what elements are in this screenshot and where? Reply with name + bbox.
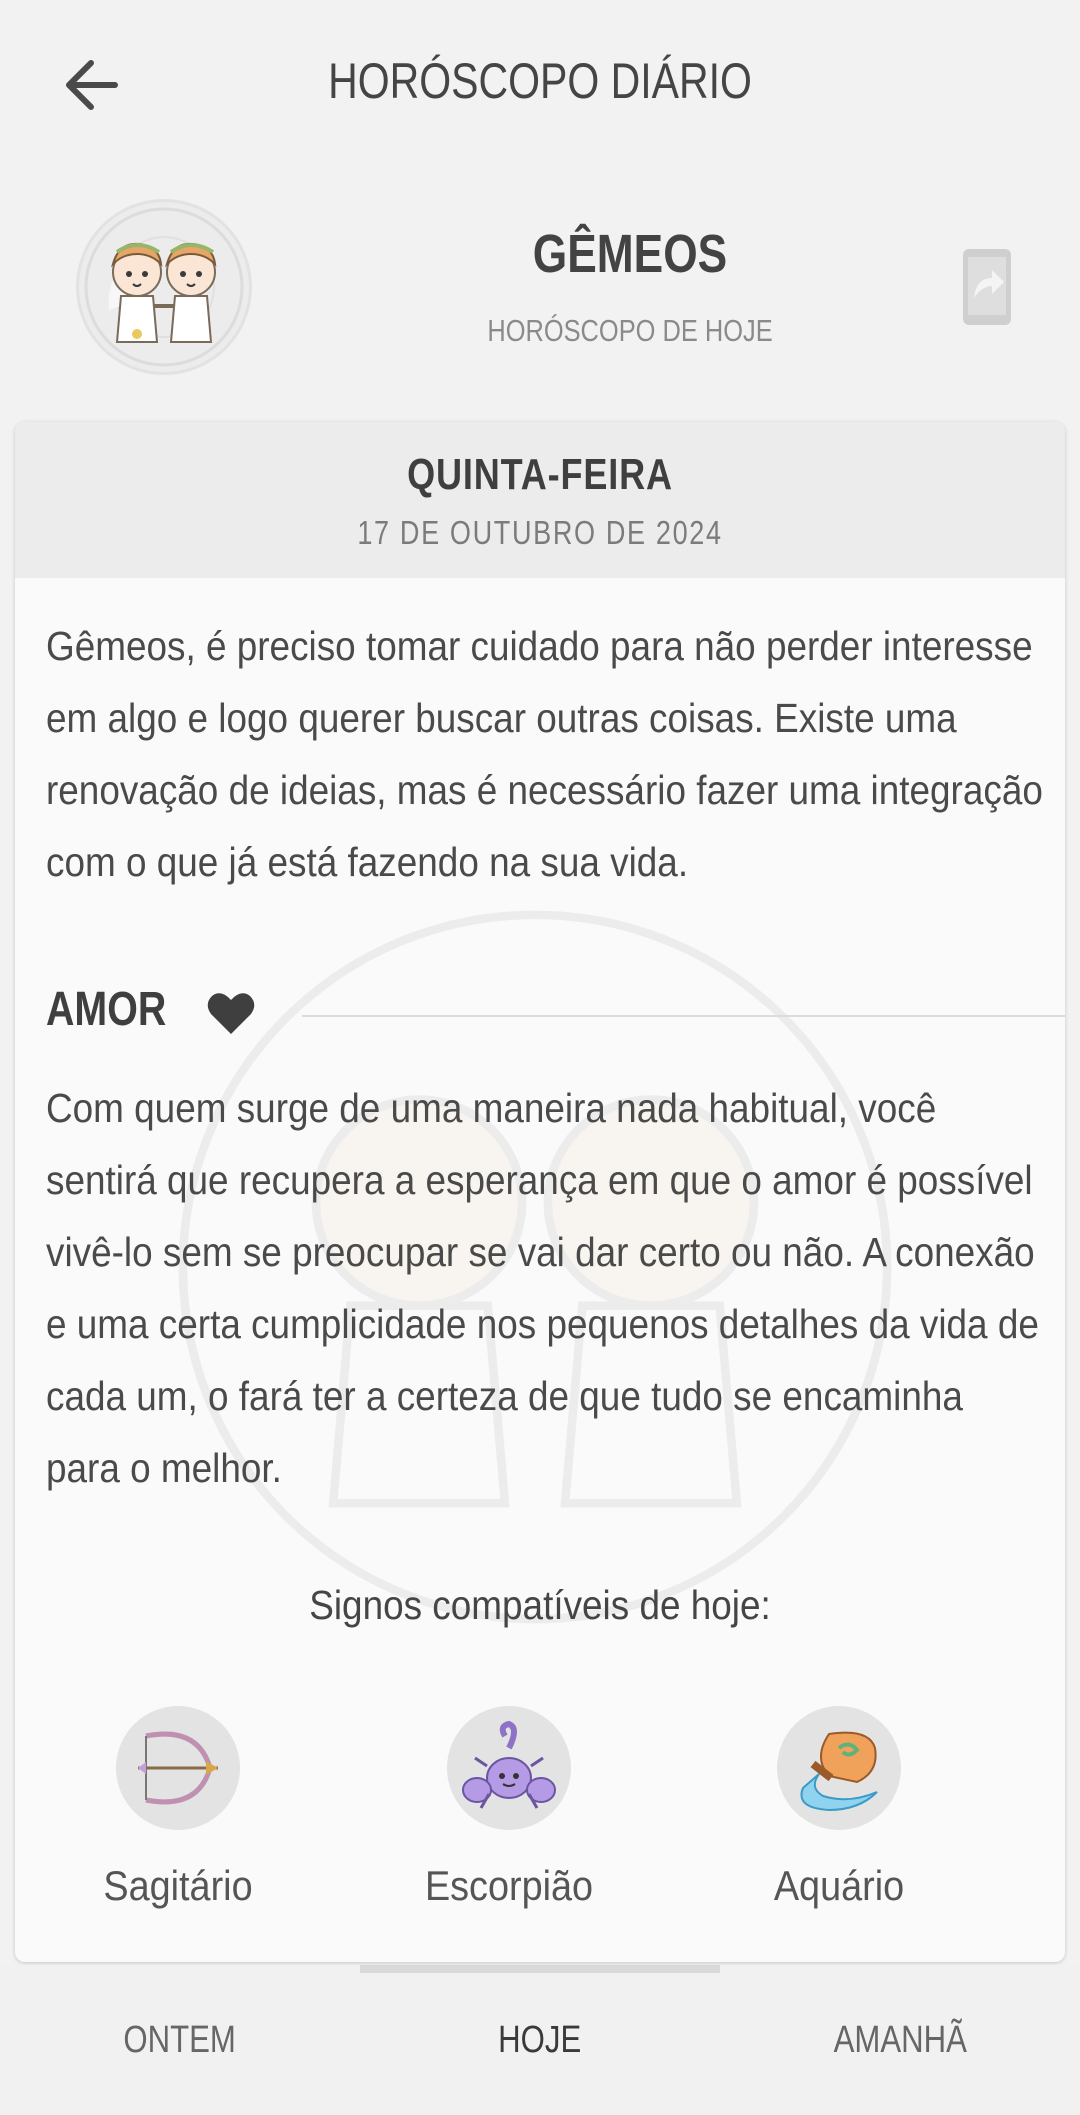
daily-horoscope-text: Gêmeos, é preciso tomar cuidado para não… [46, 623, 1043, 885]
sign-subtitle: HORÓSCOPO DE HOJE [487, 313, 773, 348]
horoscope-card: QUINTA-FEIRA 17 DE OUTUBRO DE 2024 Gêmeo… [15, 422, 1065, 1962]
tab-label: ONTEM [123, 2018, 237, 2061]
tab-label: AMANHÃ [833, 2018, 967, 2061]
compatible-signs-title: Signos compatíveis de hoje: [309, 1582, 771, 1628]
gemini-avatar [76, 199, 252, 375]
aquarius-icon [800, 1731, 878, 1812]
scorpio-icon [462, 1720, 556, 1809]
sign-badge [447, 1706, 571, 1830]
compatible-sign-aquarius[interactable]: Aquário [674, 1706, 1004, 1936]
sign-badge [116, 1706, 240, 1830]
page-title: HORÓSCOPO DIÁRIO [328, 53, 752, 109]
share-icon [963, 249, 1011, 325]
compatible-sign-scorpio[interactable]: Escorpião [344, 1706, 674, 1936]
tab-hoje[interactable]: HOJE [360, 1965, 720, 2115]
tab-label: HOJE [498, 2018, 582, 2061]
tab-ontem[interactable]: ONTEM [0, 1965, 360, 2115]
sign-label: Sagitário [103, 1862, 253, 1909]
love-title: AMOR [46, 983, 167, 1036]
share-button[interactable] [962, 248, 1012, 326]
sign-label: Aquário [773, 1862, 905, 1909]
compatible-sign-sagittarius[interactable]: Sagitário [15, 1706, 343, 1936]
sagittarius-icon [138, 1731, 218, 1805]
section-divider [302, 1015, 1065, 1017]
weekday: QUINTA-FEIRA [407, 450, 673, 499]
sign-header: GÊMEOS HORÓSCOPO DE HOJE [0, 195, 1080, 385]
date: 17 DE OUTUBRO DE 2024 [357, 514, 723, 551]
sign-label: Escorpião [424, 1862, 594, 1909]
heart-icon [207, 993, 255, 1034]
tab-amanha[interactable]: AMANHÃ [720, 1965, 1080, 2115]
love-section-header: AMOR [46, 974, 1065, 1054]
date-header: QUINTA-FEIRA 17 DE OUTUBRO DE 2024 [15, 422, 1065, 578]
sign-name: GÊMEOS [532, 224, 728, 284]
sign-badge [777, 1706, 901, 1830]
love-text: Com quem surge de uma maneira nada habit… [46, 1085, 1039, 1491]
gemini-twins-icon [84, 207, 244, 367]
top-bar: HORÓSCOPO DIÁRIO [0, 0, 1080, 165]
bottom-tab-bar: ONTEM HOJE AMANHÃ [0, 1965, 1080, 2115]
